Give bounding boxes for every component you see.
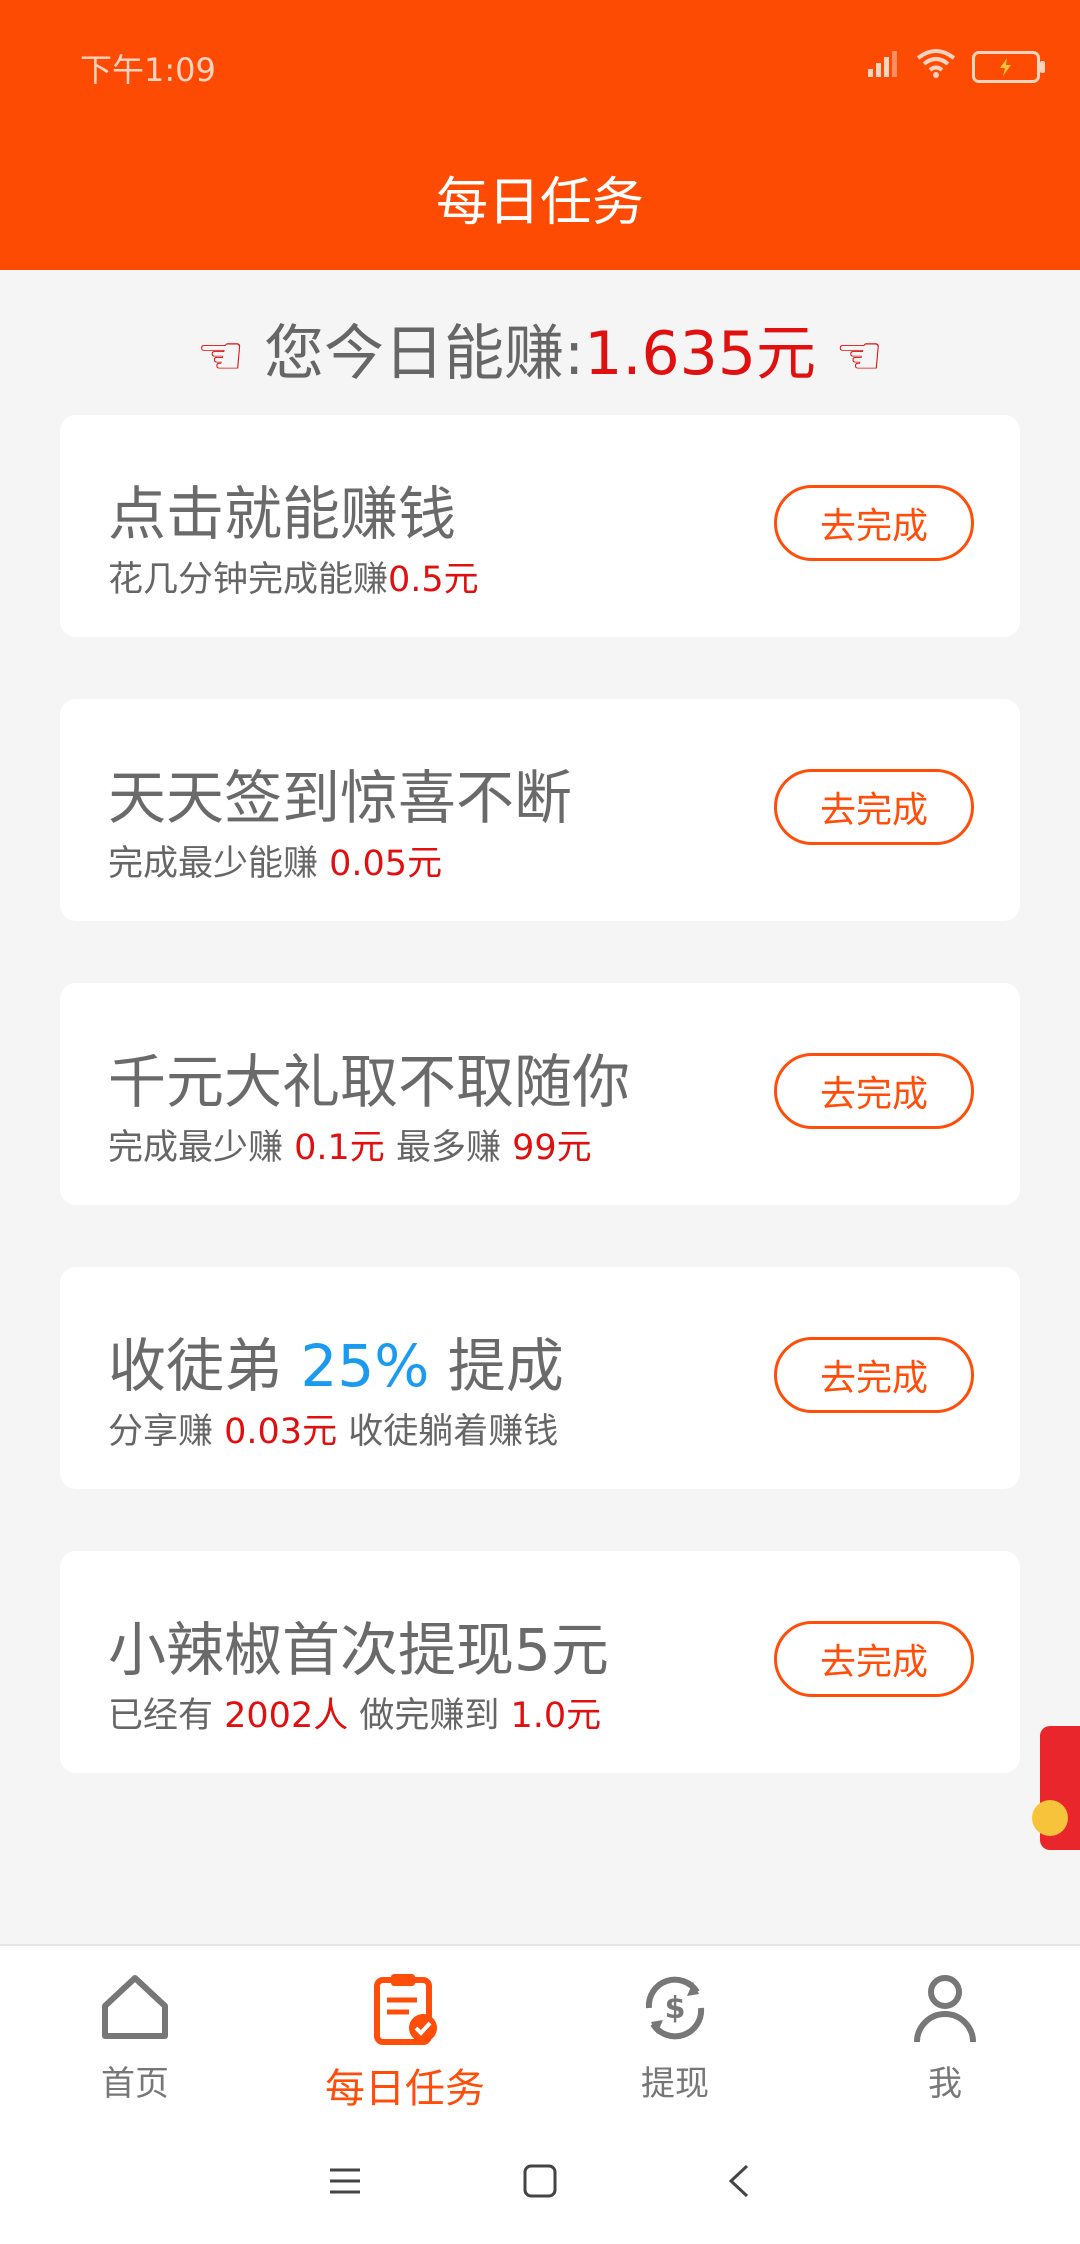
- task-subtitle-text: 花几分钟完成能赚: [108, 560, 389, 600]
- task-subtitle: 完成最少赚 0.1元 最多赚 99元: [108, 1119, 592, 1170]
- tab-label: 首页: [101, 2064, 169, 2104]
- complete-task-button[interactable]: 去完成: [774, 485, 974, 561]
- task-title: 天天签到惊喜不断: [108, 764, 573, 832]
- home-icon: [97, 1970, 173, 2050]
- tab-label: 每日任务: [325, 2066, 485, 2112]
- task-subtitle-text: 已经有: [108, 1696, 225, 1736]
- battery-icon: [972, 51, 1045, 83]
- earnings-amount: 1.635元: [584, 319, 816, 389]
- task-reward: 0.05元: [329, 844, 443, 884]
- top-header: 下午1:09 每日任务: [0, 0, 1080, 270]
- task-title-text: 收徒弟: [108, 1332, 301, 1400]
- back-icon[interactable]: [714, 2156, 764, 2206]
- page-title: 每日任务: [435, 173, 644, 233]
- status-time: 下午1:09: [80, 51, 216, 89]
- tab-label: 我: [928, 2064, 962, 2104]
- task-reward-min: 0.1元: [294, 1128, 385, 1168]
- task-card: 小辣椒首次提现5元 已经有 2002人 做完赚到 1.0元 去完成: [60, 1551, 1020, 1773]
- today-earnings: ☜ 您今日能赚:1.635元 ☜: [0, 305, 1080, 392]
- wifi-icon: [916, 48, 956, 86]
- task-subtitle-text: 分享赚: [108, 1412, 225, 1452]
- svg-text:$: $: [665, 1991, 686, 2026]
- task-title: 收徒弟 25% 提成: [108, 1319, 564, 1403]
- task-title: 小辣椒首次提现5元: [108, 1616, 609, 1684]
- task-reward: 0.5元: [388, 560, 479, 600]
- home-square-icon[interactable]: [515, 2156, 565, 2206]
- status-icons: [866, 48, 1045, 86]
- task-title-text: 提成: [429, 1332, 564, 1400]
- tab-me[interactable]: 我: [810, 1946, 1080, 2122]
- system-nav-bar: [0, 2120, 1080, 2244]
- participant-count: 2002人: [224, 1696, 349, 1736]
- task-reward-max: 99元: [512, 1128, 592, 1168]
- task-title: 千元大礼取不取随你: [108, 1048, 631, 1116]
- task-card: 千元大礼取不取随你 完成最少赚 0.1元 最多赚 99元 去完成: [60, 983, 1020, 1205]
- task-subtitle: 完成最少能赚 0.05元: [108, 835, 442, 886]
- tab-label: 提现: [641, 2064, 709, 2104]
- task-subtitle: 花几分钟完成能赚0.5元: [108, 551, 479, 602]
- tab-daily-tasks[interactable]: 每日任务: [270, 1946, 540, 2122]
- task-card: 点击就能赚钱 花几分钟完成能赚0.5元 去完成: [60, 415, 1020, 637]
- user-icon: [907, 1970, 983, 2050]
- bottom-tab-bar: 首页 每日任务 $ 提现 我: [0, 1944, 1080, 2122]
- task-subtitle-text: 完成最少赚: [108, 1128, 295, 1168]
- task-subtitle: 分享赚 0.03元 收徒躺着赚钱: [108, 1403, 558, 1454]
- task-subtitle-text: 最多赚: [384, 1128, 513, 1168]
- complete-task-button[interactable]: 去完成: [774, 1053, 974, 1129]
- task-subtitle-text: 做完赚到: [348, 1696, 511, 1736]
- complete-task-button[interactable]: 去完成: [774, 1621, 974, 1697]
- signal-icon: [866, 49, 900, 85]
- complete-task-button[interactable]: 去完成: [774, 1337, 974, 1413]
- tab-home[interactable]: 首页: [0, 1946, 270, 2122]
- task-reward: 0.03元: [224, 1412, 338, 1452]
- complete-task-button[interactable]: 去完成: [774, 769, 974, 845]
- task-subtitle-text: 完成最少能赚: [108, 844, 330, 884]
- task-card: 收徒弟 25% 提成 分享赚 0.03元 收徒躺着赚钱 去完成: [60, 1267, 1020, 1489]
- task-subtitle: 已经有 2002人 做完赚到 1.0元: [108, 1687, 601, 1738]
- menu-icon[interactable]: [320, 2156, 370, 2206]
- pointing-hand-icon: ☜: [835, 324, 884, 387]
- tab-withdraw[interactable]: $ 提现: [540, 1946, 810, 2122]
- earnings-prefix: 您今日能赚:: [264, 319, 585, 389]
- task-card: 天天签到惊喜不断 完成最少能赚 0.05元 去完成: [60, 699, 1020, 921]
- commission-percent: 25%: [300, 1332, 430, 1400]
- task-title: 点击就能赚钱: [108, 480, 457, 548]
- task-subtitle-text: 收徒躺着赚钱: [337, 1412, 559, 1452]
- gold-coin-icon: [1032, 1800, 1068, 1836]
- dollar-exchange-icon: $: [637, 1970, 713, 2050]
- clipboard-check-icon: [367, 1970, 443, 2050]
- task-reward: 1.0元: [510, 1696, 602, 1736]
- pointing-hand-icon: ☜: [196, 324, 245, 387]
